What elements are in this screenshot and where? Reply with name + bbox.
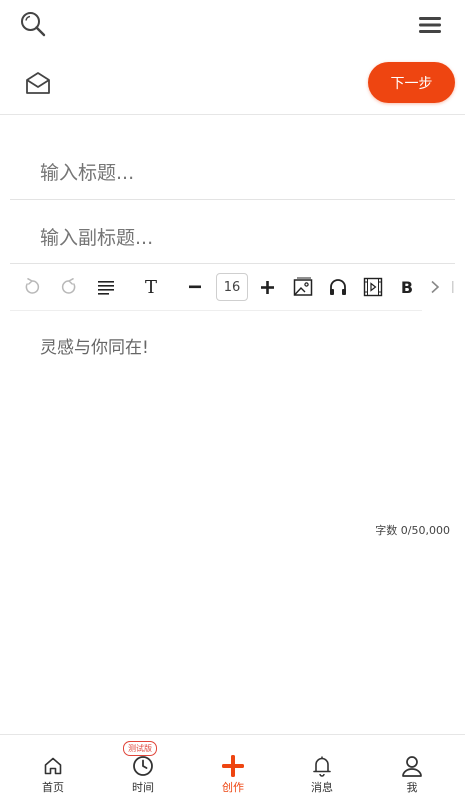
toolbar-fade-edge xyxy=(443,264,465,310)
font-size-value[interactable]: 16 xyxy=(216,273,248,301)
subtitle-input[interactable] xyxy=(40,225,440,251)
toolbar-divider xyxy=(10,310,422,311)
tab-messages[interactable]: 消息 xyxy=(277,735,367,799)
tab-label: 首页 xyxy=(42,781,64,794)
search-icon[interactable] xyxy=(18,9,48,39)
word-counter: 字数 0/50,000 xyxy=(375,524,450,537)
undo-icon[interactable] xyxy=(20,264,44,310)
tab-home[interactable]: 首页 xyxy=(8,735,98,799)
bell-icon xyxy=(312,755,332,777)
audio-icon[interactable] xyxy=(326,264,350,310)
bold-icon[interactable]: B xyxy=(398,264,416,310)
tab-label: 消息 xyxy=(311,781,333,794)
decrease-font-icon[interactable] xyxy=(186,264,204,310)
tab-label: 我 xyxy=(406,781,418,794)
beta-badge: 测试版 xyxy=(123,741,157,756)
open-envelope-icon[interactable] xyxy=(24,69,52,97)
home-icon xyxy=(43,755,63,777)
tab-label: 创作 xyxy=(222,781,244,794)
title-input[interactable] xyxy=(40,160,440,186)
tab-me[interactable]: 我 xyxy=(367,735,457,799)
person-icon xyxy=(401,755,423,777)
next-step-button[interactable]: 下一步 xyxy=(368,62,455,103)
bottom-tab-bar: 首页 时间 创作 消息 我 xyxy=(0,734,465,799)
increase-font-icon[interactable] xyxy=(258,264,276,310)
tab-label: 时间 xyxy=(132,781,154,794)
align-icon[interactable] xyxy=(94,264,118,310)
title-divider xyxy=(10,199,455,200)
redo-icon[interactable] xyxy=(57,264,81,310)
editor-placeholder[interactable]: 灵感与你同在! xyxy=(40,333,149,358)
video-icon[interactable] xyxy=(361,264,385,310)
more-right-icon[interactable] xyxy=(427,264,443,310)
hamburger-menu-icon[interactable] xyxy=(416,12,444,38)
top-bar xyxy=(0,0,465,48)
plus-icon xyxy=(222,755,244,777)
image-icon[interactable] xyxy=(291,264,315,310)
text-style-icon[interactable]: T xyxy=(140,264,162,310)
tab-create[interactable]: 创作 xyxy=(188,735,278,799)
clock-icon xyxy=(132,755,154,777)
